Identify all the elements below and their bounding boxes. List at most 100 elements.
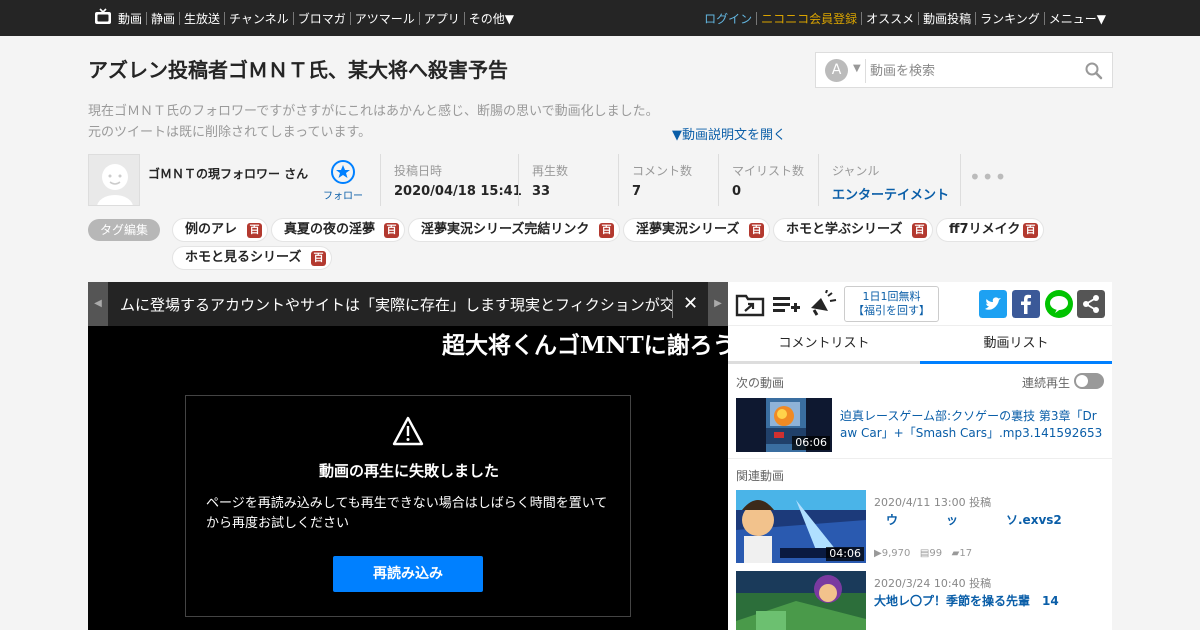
- more-options-icon[interactable]: •••: [969, 167, 1007, 187]
- description-line: 現在ゴＭＮＴ氏のフォロワーですがさすがにこれはあかんと感じ、断腸の思いで動画化し…: [88, 104, 659, 119]
- login-link[interactable]: ログイン: [704, 10, 752, 27]
- side-tabs: コメントリスト 動画リスト: [728, 326, 1112, 364]
- tag-label: 淫夢実況シリーズ: [636, 222, 740, 237]
- follow-button[interactable]: フォロー: [318, 160, 368, 202]
- description-line: 元のツイートは既に削除されてしまっています。: [88, 125, 372, 140]
- nav-atsumaru[interactable]: アツマール: [355, 10, 415, 27]
- user-menu: ログイン ニコニコ会員登録 オススメ 動画投稿 ランキング メニュー▼: [704, 0, 1106, 36]
- owner-name[interactable]: ゴＭＮＴの現フォロワー さん: [148, 165, 308, 182]
- meta-views: 再生数 33: [532, 162, 568, 199]
- nav-app[interactable]: アプリ: [424, 10, 460, 27]
- related-video-stats: ▶9,970 ▤99 ▰17: [874, 548, 972, 559]
- views-label: 再生数: [532, 164, 569, 178]
- add-to-folder-icon[interactable]: [735, 290, 765, 318]
- tag-item[interactable]: 淫夢実況シリーズ 百: [623, 218, 770, 242]
- side-panel: 1日1回無料 【福引を回す】 コメントリスト 動画リスト 次の動画 連続再生 0…: [728, 282, 1112, 630]
- search-icon[interactable]: [1084, 61, 1104, 81]
- tag-item[interactable]: ホモと学ぶシリーズ 百: [773, 218, 933, 242]
- divider: [818, 154, 819, 206]
- flowing-comment: 超大将くんゴMNTに謝ろう: [442, 332, 728, 359]
- related-video-thumbnail[interactable]: [736, 571, 866, 630]
- duration-badge: 06:06: [792, 436, 830, 450]
- share-icon[interactable]: [1077, 290, 1105, 318]
- video-description: 現在ゴＭＮＴ氏のフォロワーですがさすがにこれはあかんと感じ、断腸の思いで動画化し…: [88, 101, 659, 143]
- nav-menu[interactable]: メニュー▼: [1049, 10, 1106, 27]
- nav-ranking[interactable]: ランキング: [980, 10, 1040, 27]
- nav-live[interactable]: 生放送: [184, 10, 220, 27]
- meta-comments: コメント数 7: [632, 162, 692, 199]
- tag-item[interactable]: 淫夢実況シリーズ完結リンク 百: [408, 218, 620, 242]
- error-dialog: 動画の再生に失敗しました ページを再読み込みしても再生できない場合はしばらく時間…: [185, 395, 631, 617]
- next-video-thumbnail[interactable]: 06:06: [736, 398, 832, 452]
- posted-label: 投稿日時: [394, 164, 443, 178]
- marquee-next-button[interactable]: ▶: [708, 282, 728, 326]
- megaphone-icon[interactable]: [808, 290, 838, 318]
- tag-item[interactable]: ホモと見るシリーズ 百: [172, 246, 332, 270]
- tag-label: 真夏の夜の淫夢: [284, 222, 376, 237]
- divider: [380, 154, 381, 206]
- tag-label: ホモと見るシリーズ: [185, 250, 302, 265]
- video-title: アズレン投稿者ゴＭＮＴ氏、某大将へ殺害予告: [88, 58, 508, 82]
- facebook-share-icon[interactable]: [1012, 290, 1040, 318]
- dictionary-icon[interactable]: 百: [749, 223, 764, 238]
- dictionary-icon[interactable]: 百: [247, 223, 262, 238]
- twitter-share-icon[interactable]: [979, 290, 1007, 318]
- play-count-icon: ▶: [874, 548, 882, 559]
- nav-blomaga[interactable]: ブロマガ: [298, 10, 346, 27]
- divider: [728, 458, 1112, 459]
- genre-link[interactable]: エンターテイメント: [832, 184, 949, 203]
- mylist-value: 0: [732, 184, 742, 199]
- tab-comment-list[interactable]: コメントリスト: [728, 326, 920, 364]
- views-value: 33: [532, 184, 551, 199]
- side-toolbar: 1日1回無料 【福引を回す】: [728, 282, 1112, 326]
- lottery-line2: 【福引を回す】: [853, 304, 930, 317]
- related-video-thumbnail[interactable]: 04:06: [736, 490, 866, 563]
- add-to-playlist-icon[interactable]: [771, 290, 801, 318]
- tag-label: 淫夢実況シリーズ完結リンク: [421, 222, 590, 237]
- dictionary-icon[interactable]: 百: [384, 223, 399, 238]
- related-video-title[interactable]: 大地レ〇プ！季節を操る先輩 14: [874, 592, 1059, 609]
- error-title: 動画の再生に失敗しました: [318, 462, 499, 480]
- owner-avatar[interactable]: [88, 154, 140, 206]
- comments-label: コメント数: [632, 164, 693, 178]
- related-video-title[interactable]: ウ ッ ソ.exvs2: [874, 511, 1062, 528]
- description-expand-link[interactable]: ▼動画説明文を開く: [672, 124, 786, 143]
- search-type-selector[interactable]: A ▼: [822, 59, 866, 83]
- reload-button[interactable]: 再読み込み: [333, 556, 483, 592]
- dictionary-icon[interactable]: 百: [311, 251, 326, 266]
- tag-item[interactable]: 例のアレ 百: [172, 218, 268, 242]
- view-count: 9,970: [881, 548, 911, 559]
- tag-edit-button[interactable]: タグ編集: [88, 219, 160, 241]
- tag-item[interactable]: 真夏の夜の淫夢 百: [271, 218, 405, 242]
- dictionary-icon[interactable]: 百: [1023, 223, 1038, 238]
- niconico-tv-logo-icon[interactable]: [94, 8, 112, 26]
- mylist-label: マイリスト数: [732, 164, 805, 178]
- register-link[interactable]: ニコニコ会員登録: [761, 10, 857, 27]
- duration-badge: 04:06: [826, 547, 864, 561]
- daily-lottery-button[interactable]: 1日1回無料 【福引を回す】: [844, 286, 939, 322]
- nav-channel[interactable]: チャンネル: [229, 10, 289, 27]
- marquee-banner: ◀ ムに登場するアカウントやサイトは「実際に存在」します現実とフィクションが交錯…: [88, 282, 728, 326]
- meta-genre: ジャンル エンターテイメント: [832, 162, 949, 203]
- marquee-text[interactable]: ムに登場するアカウントやサイトは「実際に存在」します現実とフィクションが交錯: [120, 294, 672, 315]
- search-input[interactable]: [870, 61, 1080, 81]
- tag-item[interactable]: ff7リメイク 百: [936, 218, 1044, 242]
- nav-upload[interactable]: 動画投稿: [923, 10, 971, 27]
- tab-video-list[interactable]: 動画リスト: [920, 326, 1112, 364]
- continuous-play-toggle[interactable]: [1074, 373, 1104, 389]
- nav-recommend[interactable]: オススメ: [866, 10, 914, 27]
- chevron-down-icon: ▼: [853, 63, 861, 74]
- follow-label: フォロー: [323, 191, 363, 202]
- nav-video[interactable]: 動画: [118, 10, 142, 27]
- video-player[interactable]: ◀ ムに登場するアカウントやサイトは「実際に存在」します現実とフィクションが交錯…: [88, 282, 728, 630]
- dictionary-icon[interactable]: 百: [599, 223, 614, 238]
- marquee-close-button[interactable]: ✕: [672, 290, 708, 318]
- tag-label: 例のアレ: [185, 222, 238, 237]
- nav-other-menu[interactable]: その他▼: [469, 10, 514, 27]
- marquee-prev-button[interactable]: ◀: [88, 282, 108, 326]
- line-share-icon[interactable]: [1045, 290, 1073, 318]
- comment-count-icon: ▤: [919, 548, 930, 559]
- dictionary-icon[interactable]: 百: [912, 223, 927, 238]
- next-video-title[interactable]: 迫真レースゲーム部:クソゲーの裏技 第3章「Draw Car」+「Smash C…: [840, 408, 1104, 442]
- nav-seiga[interactable]: 静画: [151, 10, 175, 27]
